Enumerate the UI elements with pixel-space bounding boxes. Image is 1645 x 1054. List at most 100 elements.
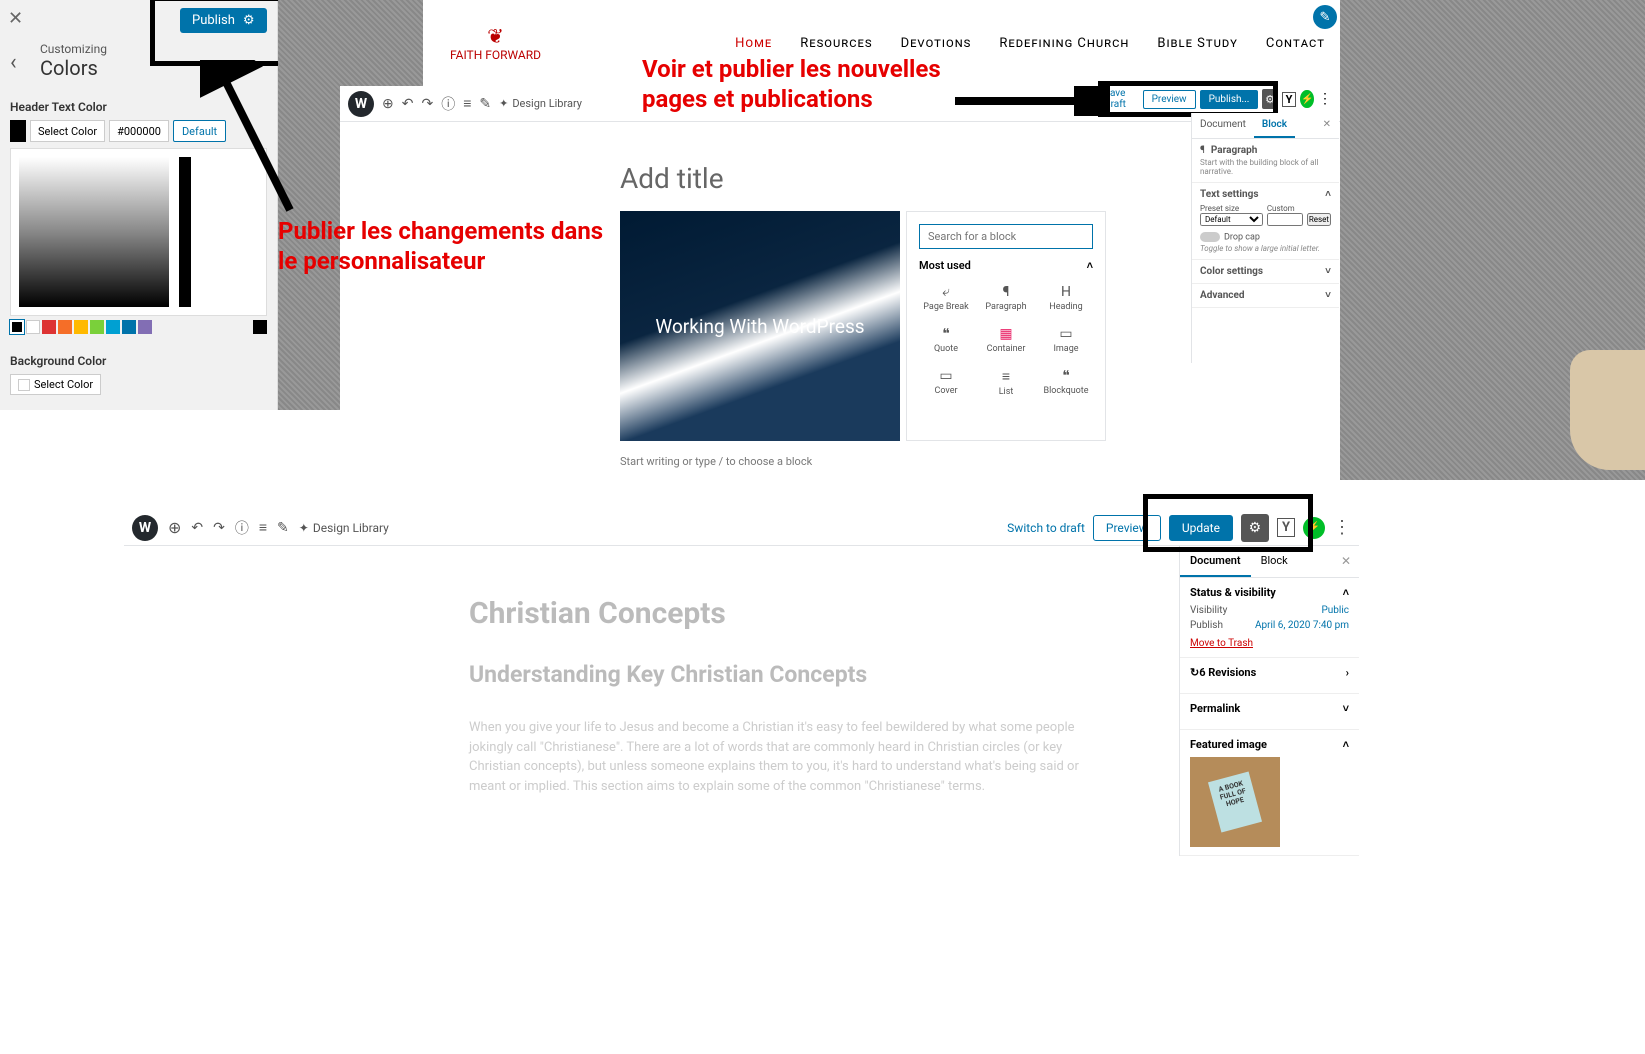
hero-cover-block[interactable]: Working With WordPress <box>620 211 900 441</box>
select-bg-color-button[interactable]: Select Color <box>10 374 101 395</box>
undo-icon[interactable]: ↶ <box>191 520 203 536</box>
edit-fab-icon[interactable]: ✎ <box>1313 5 1337 29</box>
paragraph-icon: ¶ <box>1200 145 1205 156</box>
block-search-input[interactable] <box>919 224 1093 249</box>
publish-date-value[interactable]: April 6, 2020 7:40 pm <box>1255 620 1349 631</box>
annotation-customizer: Publier les changements dans le personna… <box>278 216 608 276</box>
tab-block[interactable]: Block <box>1254 113 1295 138</box>
add-block-icon[interactable]: ⊕ <box>168 518 181 537</box>
more-menu-icon[interactable]: ⋮ <box>1333 517 1351 538</box>
block-image[interactable]: ▭Image <box>1039 322 1093 358</box>
block-paragraph[interactable]: ¶Paragraph <box>979 280 1033 316</box>
post-paragraph[interactable]: When you give your life to Jesus and bec… <box>469 718 1099 796</box>
chevron-up-icon[interactable]: ˄ <box>1343 586 1349 599</box>
palette-swatch[interactable] <box>58 320 72 334</box>
decorative-mug <box>1570 350 1645 470</box>
nav-link-contact[interactable]: Contact <box>1266 36 1325 51</box>
block-page-break[interactable]: ⤶Page Break <box>919 280 973 316</box>
switch-to-draft-link[interactable]: Switch to draft <box>1007 521 1085 535</box>
palette-swatch[interactable] <box>253 320 267 334</box>
outline-icon[interactable]: ≡ <box>463 95 471 112</box>
yoast-icon[interactable]: Y <box>1282 92 1297 107</box>
select-color-button[interactable]: Select Color <box>30 120 105 142</box>
palette-swatch[interactable] <box>74 320 88 334</box>
hue-slider[interactable] <box>179 157 191 307</box>
drop-cap-toggle[interactable] <box>1200 232 1220 242</box>
block-heading[interactable]: HHeading <box>1039 280 1093 316</box>
background-color-label: Background Color <box>10 354 267 368</box>
edit-icon[interactable]: ✎ <box>277 520 289 536</box>
design-library-button[interactable]: ✦Design Library <box>499 97 582 110</box>
block-cover[interactable]: ▭Cover <box>919 364 973 401</box>
block-label: Blockquote <box>1043 386 1088 396</box>
chevron-right-icon[interactable]: › <box>1346 666 1349 679</box>
edit-icon[interactable]: ✎ <box>479 96 491 112</box>
block-quote[interactable]: ❝Quote <box>919 322 973 358</box>
block-container[interactable]: ▦Container <box>979 322 1033 358</box>
post-subheading[interactable]: Understanding Key Christian Concepts <box>469 661 1099 688</box>
saturation-picker[interactable] <box>19 157 169 307</box>
revisions-label[interactable]: 6 Revisions <box>1199 666 1256 679</box>
back-icon[interactable]: ‹ <box>10 50 17 75</box>
tab-document[interactable]: Document <box>1192 113 1254 138</box>
reset-button[interactable]: Reset <box>1307 213 1331 226</box>
move-to-trash-link[interactable]: Move to Trash <box>1190 638 1253 649</box>
close-sidebar-icon[interactable]: ✕ <box>1315 113 1339 138</box>
palette-swatch[interactable] <box>42 320 56 334</box>
palette-swatch[interactable] <box>26 320 40 334</box>
palette-swatch[interactable] <box>106 320 120 334</box>
paragraph-icon: ¶ <box>979 284 1033 300</box>
chevron-up-icon[interactable]: ˄ <box>1087 259 1093 272</box>
palette-swatch[interactable] <box>10 320 24 334</box>
info-icon[interactable]: ⓘ <box>441 94 455 114</box>
nav-link-resources[interactable]: Resources <box>800 36 872 51</box>
palette-swatch[interactable] <box>122 320 136 334</box>
nav-link-devotions[interactable]: Devotions <box>901 36 972 51</box>
preset-size-select[interactable]: Default <box>1200 213 1263 226</box>
hex-input[interactable]: #000000 <box>109 120 169 142</box>
custom-size-input[interactable] <box>1267 213 1303 226</box>
wordpress-logo-icon[interactable]: W <box>348 91 374 117</box>
palette-row <box>10 320 267 334</box>
info-icon[interactable]: ⓘ <box>235 518 249 538</box>
chevron-down-icon[interactable]: ˅ <box>1325 290 1331 301</box>
featured-image-thumbnail[interactable]: A BOOK FULL OF HOPE <box>1190 757 1280 847</box>
close-sidebar-icon[interactable]: ✕ <box>1333 546 1359 577</box>
block-blockquote[interactable]: ❝ Blockquote <box>1039 364 1093 401</box>
chevron-down-icon[interactable]: ˅ <box>1325 266 1331 277</box>
palette-swatch[interactable] <box>138 320 152 334</box>
close-icon[interactable]: ✕ <box>8 8 23 29</box>
chevron-down-icon[interactable]: ˅ <box>1343 702 1349 715</box>
redo-icon[interactable]: ↷ <box>421 96 433 112</box>
site-logo[interactable]: ❦ FAITH FORWARD <box>450 24 541 62</box>
jetpack-icon[interactable]: ⚡ <box>1300 90 1314 108</box>
customizer-publish-button[interactable]: Publish ⚙ <box>180 8 267 33</box>
gear-icon[interactable]: ⚙ <box>243 13 255 28</box>
cover-icon: ▭ <box>919 368 973 384</box>
blockquote-icon: ❝ <box>1039 368 1093 384</box>
post-content[interactable]: Christian Concepts Understanding Key Chr… <box>124 546 1179 856</box>
design-library-button[interactable]: ✦Design Library <box>299 521 389 535</box>
add-block-icon[interactable]: ⊕ <box>382 96 394 112</box>
chevron-up-icon[interactable]: ˄ <box>1325 189 1331 200</box>
visibility-value[interactable]: Public <box>1321 605 1349 616</box>
nav-link-home[interactable]: Home <box>735 36 772 51</box>
editor-placeholder-hint[interactable]: Start writing or type / to choose a bloc… <box>620 455 1340 468</box>
revisions-icon: ↻ <box>1190 666 1199 679</box>
nav-link-redefining[interactable]: Redefining Church <box>999 36 1129 51</box>
outline-icon[interactable]: ≡ <box>259 519 267 536</box>
post-title[interactable]: Christian Concepts <box>469 596 1099 631</box>
redo-icon[interactable]: ↷ <box>213 520 225 536</box>
container-icon: ▦ <box>979 326 1033 342</box>
undo-icon[interactable]: ↶ <box>402 96 414 112</box>
more-menu-icon[interactable]: ⋮ <box>1318 91 1332 107</box>
block-list[interactable]: ≡List <box>979 364 1033 401</box>
palette-swatch[interactable] <box>90 320 104 334</box>
publish-label: Publish <box>192 13 235 28</box>
visibility-label: Visibility <box>1190 605 1227 616</box>
highlight-box-update-actions <box>1143 494 1313 552</box>
annotation-publish-new: Voir et publier les nouvelles pages et p… <box>642 54 942 114</box>
nav-link-bible-study[interactable]: Bible Study <box>1157 36 1238 51</box>
wordpress-logo-icon[interactable]: W <box>132 515 158 541</box>
chevron-up-icon[interactable]: ˄ <box>1343 738 1349 751</box>
